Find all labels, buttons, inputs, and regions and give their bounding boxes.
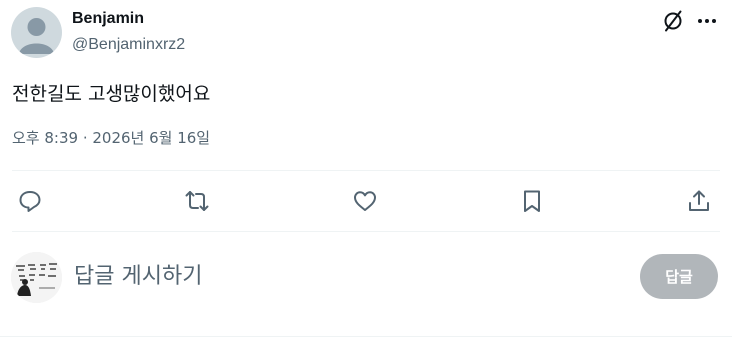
divider xyxy=(0,336,732,337)
reply-submit-button[interactable]: 답글 xyxy=(640,254,718,299)
share-button[interactable] xyxy=(686,188,714,216)
reply-button[interactable] xyxy=(17,188,45,216)
share-icon xyxy=(689,190,709,211)
grok-icon[interactable] xyxy=(660,8,686,34)
like-button[interactable] xyxy=(352,188,380,216)
divider xyxy=(12,231,720,232)
reply-icon xyxy=(19,191,41,212)
more-icon[interactable] xyxy=(693,8,721,34)
reply-input[interactable] xyxy=(74,259,574,293)
tweet-detail: Benjamin @Benjaminxrz2 전한길도 고생많이했어요 오후 8… xyxy=(0,0,732,342)
bookmark-icon xyxy=(524,190,540,212)
user-avatar[interactable] xyxy=(11,252,62,303)
author-avatar[interactable] xyxy=(11,7,62,58)
like-icon xyxy=(354,191,376,211)
author-handle[interactable]: @Benjaminxrz2 xyxy=(72,36,185,54)
divider xyxy=(12,170,720,171)
tweet-timestamp[interactable]: 오후 8:39 · 2026년 6월 16일 xyxy=(12,127,210,148)
author-display-name[interactable]: Benjamin xyxy=(72,10,144,28)
repost-button[interactable] xyxy=(184,188,212,216)
bookmark-button[interactable] xyxy=(519,188,547,216)
tweet-text: 전한길도 고생많이했어요 xyxy=(12,83,211,105)
repost-icon xyxy=(185,191,209,211)
